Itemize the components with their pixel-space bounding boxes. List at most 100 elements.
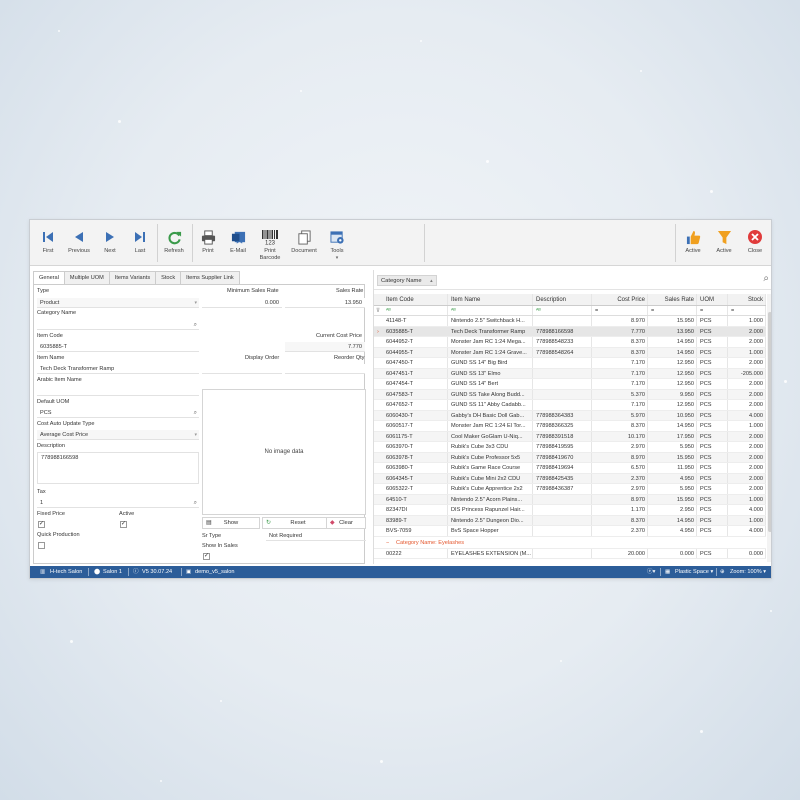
display-order-label: Display Order [245, 355, 280, 361]
sales-rate-field[interactable]: 13.950 [285, 298, 365, 308]
item-name-field[interactable]: Tech Deck Transformer Ramp [37, 364, 199, 374]
table-row[interactable]: 6063970-T Rubik's Cube 3x3 CDU 77898841959… [374, 442, 766, 453]
show-in-sales-checkbox[interactable]: ✓ [203, 553, 210, 560]
table-row[interactable]: 82347DI DIS Princess Rapunzel Hair... 1.17… [374, 505, 766, 516]
search-icon[interactable]: ⌕ [194, 498, 197, 507]
theme-selector[interactable]: Plastic Space ▾ [675, 566, 713, 578]
filter-cell-item-code[interactable]: ᴬᴮ [384, 306, 448, 315]
cell-cost-price: 8.970 [593, 494, 648, 504]
tab-items-variants[interactable]: Items Variants [108, 271, 157, 284]
table-row[interactable]: 6063978-T Rubik's Cube Professor 5x5 77898… [374, 452, 766, 463]
table-row[interactable]: 6047454-T GUND SS 14" Bert 7.170 12.950 PCS 2… [374, 379, 766, 390]
filter-cell-sales-rate[interactable]: = [649, 306, 697, 315]
cost-auto-update-type-select[interactable]: Average Cost Price ▾ [37, 430, 199, 440]
description-textarea[interactable]: 778988166598 [37, 452, 199, 484]
column-header-sales-rate[interactable]: Sales Rate [649, 294, 697, 305]
table-row[interactable]: 6047450-T GUND SS 14" Big Bird 7.170 12.950… [374, 358, 766, 369]
quick-production-checkbox[interactable] [38, 542, 45, 549]
filter-cell-stock[interactable]: = [729, 306, 766, 315]
zoom-selector[interactable]: Zoom: 100% ▾ [730, 566, 766, 578]
email-button[interactable]: E-Mail [225, 220, 251, 266]
category-name-field[interactable]: ⌕ [37, 320, 199, 330]
eraser-icon: ◆ [330, 520, 335, 526]
table-row[interactable]: 6047583-T GUND SS Take Along Budd... 5.370… [374, 389, 766, 400]
cell-uom: PCS [698, 484, 728, 494]
tab-multiple-uom[interactable]: Multiple UOM [63, 271, 110, 284]
table-row[interactable]: 6060430-T Gabby's DH Basic Doll Gab... 778… [374, 410, 766, 421]
chevron-down-icon: ▾ [194, 300, 197, 306]
refresh-button[interactable]: Refresh [160, 220, 188, 266]
table-row[interactable]: 6064345-T Rubik's Cube Mini 2x2 CDU 778988… [374, 473, 766, 484]
display-order-field[interactable] [202, 364, 282, 374]
last-button[interactable]: Last [128, 220, 152, 266]
table-row[interactable]: 6060517-T Monster Jam RC 1:24 El Tor... 77… [374, 421, 766, 432]
column-header-cost-price[interactable]: Cost Price [593, 294, 648, 305]
cell-sales-rate: 13.950 [649, 326, 697, 336]
previous-button[interactable]: Previous [64, 220, 94, 266]
active-checkbox[interactable]: ✓ [120, 521, 127, 528]
column-header-description[interactable]: Description [534, 294, 592, 305]
table-row[interactable]: 6063980-T Rubik's Game Race Course 7789884… [374, 463, 766, 474]
close-button[interactable]: Close [741, 220, 769, 266]
table-row[interactable]: 41148-T Nintendo 2.5" Switchback H... 8.97… [374, 316, 766, 327]
item-code-field[interactable]: 6035885-T [37, 342, 199, 352]
snowflake [640, 70, 642, 72]
tab-general[interactable]: General [33, 271, 65, 285]
type-select[interactable]: Product ▾ [37, 298, 199, 308]
alert-icon[interactable]: ⓔ▾ [647, 566, 655, 578]
tools-button[interactable]: Tools ▾ [324, 220, 350, 266]
tax-field[interactable]: 1 ⌕ [37, 498, 199, 508]
next-button[interactable]: Next [98, 220, 122, 266]
sr-type-select[interactable]: Not Required [266, 531, 366, 541]
cell-item-code: 6064345-T [384, 473, 448, 483]
search-icon[interactable]: ⌕ [763, 273, 769, 284]
filter-cell-uom[interactable]: = [698, 306, 728, 315]
column-header-item-code[interactable]: Item Code [384, 294, 448, 305]
table-row[interactable]: 64510-T Nintendo 2.5" Acorn Plains... 8.97… [374, 494, 766, 505]
active-toggle-button[interactable]: Active [679, 220, 707, 266]
table-row[interactable]: 6044952-T Monster Jam RC 1:24 Mega... 7789… [374, 337, 766, 348]
document-button[interactable]: Document [288, 220, 320, 266]
table-row[interactable]: 83989-T Nintendo 2.5" Dungeon Dio... 8.370… [374, 515, 766, 526]
clear-image-button[interactable]: ◆ Clear [326, 517, 366, 529]
filter-cell-item-name[interactable]: ᴬᴮ [449, 306, 533, 315]
cell-description: 778988166598 [534, 326, 592, 336]
table-row[interactable]: 6065322-T Rubik's Cube Apprentice 2x2 7789… [374, 484, 766, 495]
scrollbar-thumb[interactable] [768, 312, 771, 532]
reset-image-button[interactable]: ↻ Reset [262, 517, 334, 529]
column-header-stock[interactable]: Stock [729, 294, 766, 305]
table-row[interactable]: 6044955-T Monster Jam RC 1:24 Grave... 778… [374, 347, 766, 358]
reorder-qty-field[interactable] [285, 364, 365, 374]
tab-stock[interactable]: Stock [155, 271, 182, 284]
vertical-scrollbar[interactable] [767, 294, 771, 562]
active-filter-button[interactable]: Active [710, 220, 738, 266]
group-chip-category-name[interactable]: Category Name ▴ [377, 275, 437, 286]
print-barcode-button[interactable]: 123 Print Barcode [256, 220, 284, 266]
default-uom-field[interactable]: PCS ⌕ [37, 408, 199, 418]
item-image-box[interactable]: No image data [202, 389, 366, 515]
group-collapse-icon[interactable]: − [386, 537, 389, 549]
arabic-item-name-field[interactable] [37, 386, 199, 396]
table-row[interactable]: BVS-7059 BvS Space Hopper 2.370 4.950 PCS 4.0… [374, 526, 766, 537]
table-row[interactable]: 6035885-T Tech Deck Transformer Ramp 77898… [374, 326, 766, 337]
search-icon[interactable]: ⌕ [194, 320, 197, 329]
min-sales-rate-field[interactable]: 0.000 [202, 298, 282, 308]
table-row[interactable]: 6047451-T GUND SS 13" Elmo 7.170 12.950 PCS -… [374, 368, 766, 379]
cell-stock: 2.000 [729, 389, 766, 399]
items-table: Item Code Item Name Description Cost Price S… [374, 294, 766, 559]
column-header-uom[interactable]: UOM [698, 294, 728, 305]
zoom-icon: ⊕ [720, 569, 725, 575]
print-button[interactable]: Print [196, 220, 220, 266]
group-row[interactable]: − Category Name: Eyelashes [374, 537, 766, 549]
first-button[interactable]: First [36, 220, 60, 266]
tab-items-supplier-link[interactable]: Items Supplier Link [180, 271, 240, 284]
column-header-item-name[interactable]: Item Name [449, 294, 533, 305]
fixed-price-checkbox[interactable]: ✓ [38, 521, 45, 528]
filter-cell-cost-price[interactable]: = [593, 306, 648, 315]
show-image-button[interactable]: ▤ Show [202, 517, 260, 529]
search-icon[interactable]: ⌕ [194, 408, 197, 417]
table-row[interactable]: 00222 EYELASHES EXTENSION (M... 20.000 0.00… [374, 548, 766, 559]
filter-cell-description[interactable]: ᴬᴮ [534, 306, 592, 315]
table-row[interactable]: 6061175-T Cool Maker GoGlam U-Niq... 77898… [374, 431, 766, 442]
table-row[interactable]: 6047652-T GUND SS 11" Abby Cadabb... 7.170… [374, 400, 766, 411]
